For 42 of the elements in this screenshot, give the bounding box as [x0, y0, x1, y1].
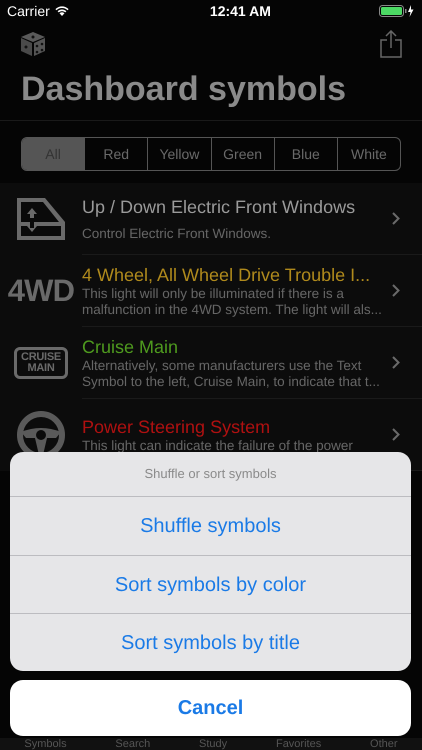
dice-icon — [20, 31, 46, 57]
symbol-description: This light can indicate the failure of the power — [82, 438, 354, 454]
filter-segment[interactable]: Blue — [274, 138, 337, 170]
filter-segment[interactable]: Yellow — [147, 138, 211, 170]
share-icon — [380, 30, 402, 58]
symbol-title: Up / Down Electric Front Windows — [82, 196, 356, 218]
symbol-title: Power Steering System — [82, 416, 272, 438]
symbol-description: This light will only be illuminated if there is a malfunction in the 4WD system. The light will als... — [82, 286, 383, 318]
cruise-main-icon: CRUISE MAIN — [14, 347, 68, 379]
tab-bar-item[interactable]: Favorites — [276, 738, 322, 750]
action-sheet-title: Shuffle or sort symbols — [10, 452, 411, 497]
tab-bar-item[interactable]: Symbols — [24, 738, 67, 750]
chevron-icon — [392, 356, 400, 369]
tab-bar-item[interactable]: Study — [199, 738, 228, 750]
action-sheet-option[interactable]: Sort symbols by title — [10, 613, 411, 671]
symbol-icon-text: 4WD — [8, 272, 74, 310]
symbol-row[interactable]: CRUISE MAIN Cruise Main Alternatively, some manufacturers use the Text Symbol to the left, Cruise Main, to indicate that t... — [0, 327, 422, 399]
filter-segment[interactable]: White — [336, 138, 400, 170]
tab-bar-item[interactable]: Search — [115, 738, 150, 750]
symbol-description: Alternatively, some manufacturers use the Text Symbol to the left, Cruise Main, to indicate that t... — [82, 358, 381, 390]
chevron-icon — [392, 428, 400, 441]
action-sheet-option[interactable]: Shuffle symbols — [10, 497, 411, 555]
status-time: 12:41 AM — [210, 2, 271, 20]
carrier-label: Carrier — [7, 2, 50, 20]
symbol-title: Cruise Main — [82, 336, 180, 358]
window-switch-icon — [15, 196, 67, 242]
symbol-description: Control Electric Front Windows. — [82, 226, 272, 242]
tab-bar-item[interactable]: Other — [370, 738, 398, 750]
chevron-icon — [392, 212, 400, 225]
symbol-title: 4 Wheel, All Wheel Drive Trouble I... — [82, 264, 372, 286]
dice-button[interactable] — [20, 31, 46, 57]
symbol-row[interactable]: Up / Down Electric Front Windows Control Electric Front Windows. — [0, 183, 422, 255]
symbol-row[interactable]: 4WD 4 Wheel, All Wheel Drive Trouble I... This light will only be illuminated if there is a malfunction in the 4WD system. The light will als... — [0, 255, 422, 327]
cancel-button[interactable]: Cancel — [10, 680, 411, 736]
filter-segment[interactable]: Green — [210, 138, 274, 170]
chevron-icon — [392, 284, 400, 297]
wifi-icon — [54, 5, 70, 17]
filter-segment[interactable]: Red — [84, 138, 148, 170]
action-sheet-option[interactable]: Sort symbols by color — [10, 555, 411, 613]
page-title: Dashboard symbols — [20, 69, 347, 110]
share-button[interactable] — [380, 30, 402, 58]
battery-icon — [378, 5, 415, 17]
